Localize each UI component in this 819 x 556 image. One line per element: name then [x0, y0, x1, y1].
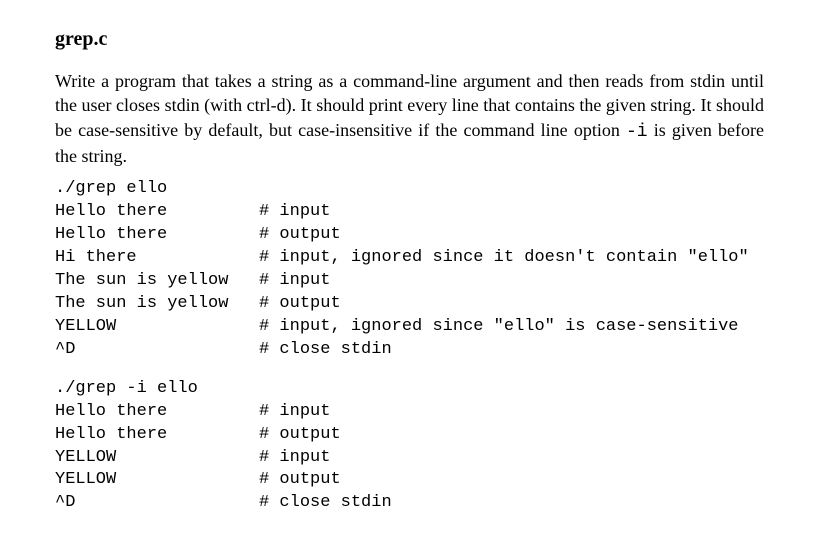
- example-block-1: ./grep ello Hello there # input Hello th…: [55, 178, 764, 362]
- body-paragraph: Write a program that takes a string as a…: [55, 69, 764, 168]
- section-heading: grep.c: [55, 28, 764, 51]
- inline-code-option: -i: [626, 122, 648, 142]
- example-block-2: ./grep -i ello Hello there # input Hello…: [55, 378, 764, 516]
